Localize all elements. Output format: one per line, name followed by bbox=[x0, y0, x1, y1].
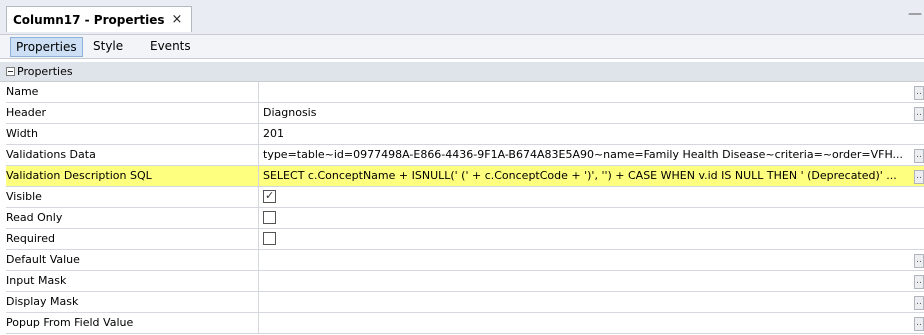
ellipsis-button[interactable]: .. bbox=[914, 317, 924, 331]
ellipsis-button[interactable]: .. bbox=[914, 107, 924, 121]
property-row-display-mask[interactable]: Display Mask .. bbox=[6, 292, 924, 313]
property-row-width[interactable]: Width 201 bbox=[6, 124, 924, 145]
close-icon[interactable]: × bbox=[172, 12, 183, 27]
property-row-visible[interactable]: Visible bbox=[6, 187, 924, 208]
tab-column17-properties[interactable]: Column17 - Properties × bbox=[6, 6, 192, 32]
property-value[interactable]: type=table~id=0977498A-E866-4436-9F1A-B6… bbox=[263, 145, 913, 165]
property-value[interactable] bbox=[263, 82, 913, 102]
property-row-input-mask[interactable]: Input Mask .. bbox=[6, 271, 924, 292]
property-label: Default Value bbox=[6, 250, 259, 270]
property-row-name[interactable]: Name .. bbox=[6, 82, 924, 103]
property-row-popup-from-field-value[interactable]: Popup From Field Value .. bbox=[6, 313, 924, 334]
ellipsis-button[interactable]: .. bbox=[914, 86, 924, 100]
property-row-header[interactable]: Header Diagnosis .. bbox=[6, 103, 924, 124]
visible-checkbox[interactable] bbox=[263, 189, 276, 203]
ellipsis-button[interactable]: .. bbox=[914, 149, 924, 163]
property-label: Input Mask bbox=[6, 271, 259, 291]
property-value[interactable] bbox=[263, 313, 913, 333]
property-label: Required bbox=[6, 229, 259, 249]
property-value[interactable] bbox=[263, 250, 913, 270]
required-checkbox[interactable] bbox=[263, 232, 276, 245]
property-grid: Name .. Header Diagnosis .. Width 201 Va… bbox=[6, 82, 924, 334]
property-row-validations-data[interactable]: Validations Data type=table~id=0977498A-… bbox=[6, 145, 924, 166]
tab-style[interactable]: Style bbox=[88, 37, 128, 57]
ellipsis-button[interactable]: .. bbox=[914, 254, 924, 268]
minimize-icon[interactable]: — bbox=[908, 6, 922, 22]
tab-properties[interactable]: Properties bbox=[10, 37, 83, 57]
property-row-read-only[interactable]: Read Only bbox=[6, 208, 924, 229]
property-label: Name bbox=[6, 82, 259, 102]
property-value[interactable]: 201 bbox=[263, 124, 913, 144]
subtab-bar: Properties Style Events bbox=[0, 34, 924, 59]
section-label: Properties bbox=[17, 65, 73, 78]
property-row-default-value[interactable]: Default Value .. bbox=[6, 250, 924, 271]
property-value[interactable]: Diagnosis bbox=[263, 103, 913, 123]
tab-title: Column17 - Properties bbox=[13, 12, 165, 27]
ellipsis-button[interactable]: .. bbox=[914, 170, 924, 184]
property-label: Display Mask bbox=[6, 292, 259, 312]
property-label: Read Only bbox=[6, 208, 259, 228]
property-label: Header bbox=[6, 103, 259, 123]
property-row-required[interactable]: Required bbox=[6, 229, 924, 250]
ellipsis-button[interactable]: .. bbox=[914, 296, 924, 310]
property-label: Visible bbox=[6, 187, 259, 207]
tab-events[interactable]: Events bbox=[145, 37, 196, 57]
property-label: Validations Data bbox=[6, 145, 259, 165]
tab-bar: Column17 - Properties × — bbox=[0, 0, 924, 34]
property-label: Validation Description SQL bbox=[6, 166, 259, 186]
read-only-checkbox[interactable] bbox=[263, 211, 276, 224]
property-row-validation-description-sql[interactable]: Validation Description SQL SELECT c.Conc… bbox=[6, 166, 924, 187]
property-value[interactable] bbox=[263, 271, 913, 291]
property-label: Popup From Field Value bbox=[6, 313, 259, 333]
property-value[interactable] bbox=[263, 292, 913, 312]
section-header-properties[interactable]: Properties bbox=[0, 62, 924, 82]
collapse-icon[interactable] bbox=[6, 67, 15, 76]
property-label: Width bbox=[6, 124, 259, 144]
ellipsis-button[interactable]: .. bbox=[914, 275, 924, 289]
property-value[interactable]: SELECT c.ConceptName + ISNULL(' (' + c.C… bbox=[263, 166, 913, 186]
